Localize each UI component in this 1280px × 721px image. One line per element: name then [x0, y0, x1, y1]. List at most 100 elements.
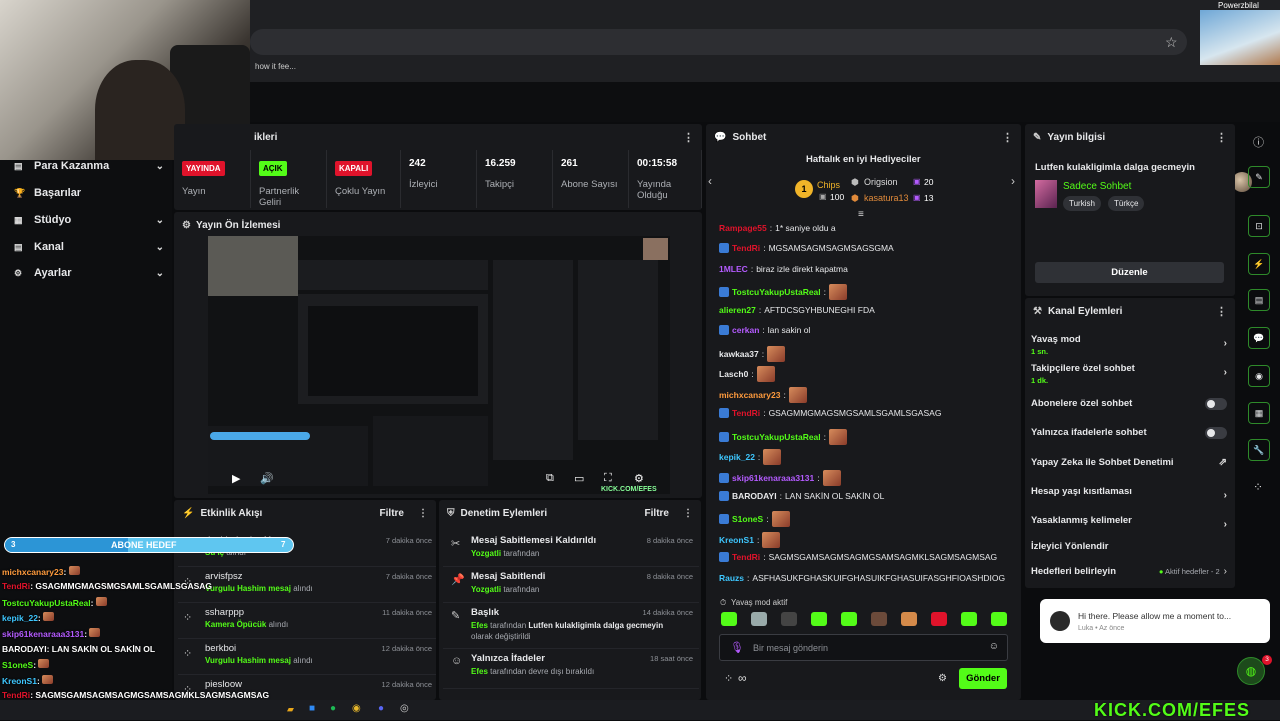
settings-gear-icon[interactable]: ⚙ — [634, 472, 644, 485]
channel-action-row[interactable]: Yasaklanmış kelimeler › — [1031, 515, 1227, 530]
channel-action-row[interactable]: Takipçilere özel sohbet 1 dk. › — [1031, 363, 1227, 385]
chat-username[interactable]: BARODAYI — [732, 491, 777, 501]
stream-preview[interactable]: ▶ 🔊 ⧉ ▭ ⛶ ⚙ KICK.COM/EFES — [208, 236, 670, 494]
rail-button[interactable]: ▤ — [1248, 289, 1270, 311]
emote-icon[interactable] — [721, 612, 737, 626]
channel-action-row[interactable]: Hesap yaşı kısıtlaması › — [1031, 486, 1227, 501]
chat-settings-icon[interactable]: ⚙ — [938, 673, 947, 684]
emote-icon[interactable] — [811, 612, 827, 626]
chat-username[interactable]: TostcuYakupUstaReal — [732, 432, 821, 442]
send-button[interactable]: Gönder — [959, 668, 1007, 689]
emote-icon[interactable] — [781, 612, 797, 626]
channel-action-row[interactable]: Hedefleri belirleyin ● Aktif hedefler - 2… — [1031, 566, 1227, 577]
list-item[interactable]: ⁘ berkboi Vurgulu Hashim mesaj alındı 12 da… — [178, 639, 436, 675]
emote-icon[interactable] — [961, 612, 977, 626]
emote-icon[interactable] — [871, 612, 887, 626]
emote-icon[interactable] — [841, 612, 857, 626]
channel-action-row[interactable]: Yalnızca ifadelerle sohbet — [1031, 427, 1227, 439]
chat-message[interactable]: TendRi: SAGMSGAMSAGMSAGMGSAMSAGMKLSAGMSAG… — [719, 552, 997, 562]
chevron-right-icon[interactable]: › — [1224, 519, 1227, 530]
play-icon[interactable]: ▶ — [232, 472, 240, 485]
channel-action-row[interactable]: Yavaş mod 1 sn. › — [1031, 334, 1227, 356]
chat-input[interactable]: 🎙 Bir mesaj gönderin ☺ — [719, 634, 1008, 661]
chat-username[interactable]: TostcuYakupUstaReal — [732, 287, 821, 297]
list-item[interactable]: ✎ Başlık Efes tarafından Lutfen kulakligim… — [443, 603, 699, 649]
chat-message[interactable]: cerkan: lan sakin ol — [719, 325, 810, 335]
chat-message[interactable]: S1oneS: — [719, 511, 790, 527]
rail-button[interactable]: 💬 — [1248, 327, 1270, 349]
category-name[interactable]: Sadece Sohbet — [1063, 181, 1131, 192]
obs-icon[interactable]: ◎ — [400, 703, 409, 714]
chat-message[interactable]: BARODAYI: LAN SAKİN OL SAKİN OL — [719, 491, 884, 501]
chevron-right-icon[interactable]: › — [1224, 338, 1227, 349]
chat-username[interactable]: TendRi — [732, 408, 760, 418]
tag-chip[interactable]: Turkish — [1063, 196, 1101, 211]
chat-username[interactable]: Rauzs — [719, 573, 744, 583]
rail-button[interactable]: ✎ — [1248, 166, 1270, 188]
chevron-down-icon[interactable]: ⌄ — [156, 242, 164, 253]
chevron-right-icon[interactable]: › — [1011, 174, 1015, 188]
chat-username[interactable]: skip61kenaraaa3131 — [732, 473, 814, 483]
edit-button[interactable]: Düzenle — [1035, 262, 1224, 283]
more-icon[interactable]: ⋮ — [1002, 131, 1013, 144]
more-icon[interactable]: ⋮ — [1216, 305, 1227, 318]
category-thumbnail[interactable] — [1035, 180, 1057, 208]
chevron-left-icon[interactable]: ‹ — [708, 174, 712, 188]
bookmark-item[interactable]: how it fee... — [255, 62, 296, 71]
bookmark-star-icon[interactable]: ☆ — [1165, 34, 1178, 51]
list-item[interactable]: ⁘ arvisfpsz Vurgulu Hashim mesaj alındı 7 d… — [178, 567, 436, 603]
chat-username[interactable]: 1MLEC — [719, 264, 748, 274]
chat-username[interactable]: kawkaa37 — [719, 349, 759, 359]
chat-message[interactable]: kawkaa37: — [719, 346, 786, 362]
sidebar-item[interactable]: ▤ Para Kazanma ⌄ — [14, 160, 164, 172]
chat-username[interactable]: TendRi — [732, 552, 760, 562]
activity-filter-button[interactable]: Filtre — [380, 508, 404, 519]
more-icon[interactable]: ⋮ — [418, 508, 428, 519]
support-chat-icon[interactable]: ◍ — [1237, 657, 1265, 685]
channel-action-row[interactable]: İzleyici Yönlendir — [1031, 541, 1227, 552]
rail-button[interactable]: ⊡ — [1248, 215, 1270, 237]
chevron-down-icon[interactable]: ⌄ — [156, 268, 164, 279]
dots-icon[interactable]: ⁘ — [1253, 480, 1263, 494]
chat-message[interactable]: KreonS1: — [719, 532, 781, 548]
rail-button[interactable]: ▦ — [1248, 402, 1270, 424]
app-icon[interactable]: ■ — [309, 703, 315, 714]
gifter-name[interactable]: Chips — [817, 180, 840, 190]
goal-status[interactable]: ● Aktif hedefler - 2 › — [1159, 566, 1227, 577]
rail-button[interactable]: ◉ — [1248, 365, 1270, 387]
chat-username[interactable]: S1oneS — [732, 514, 763, 524]
sidebar-item[interactable]: 🏆 Başarılar — [14, 187, 164, 199]
chat-message[interactable]: michxcanary23: — [719, 387, 807, 403]
fullscreen-icon[interactable]: ⛶ — [604, 472, 612, 485]
spotify-icon[interactable]: ● — [330, 703, 336, 714]
chevron-down-icon[interactable]: ⌄ — [156, 215, 164, 226]
chat-username[interactable]: alieren27 — [719, 305, 756, 315]
chat-username[interactable]: Rampage55 — [719, 223, 767, 233]
more-icon[interactable]: ⋮ — [683, 508, 693, 519]
chevron-right-icon[interactable]: › — [1224, 490, 1227, 501]
chat-username[interactable]: cerkan — [732, 325, 759, 335]
chat-message[interactable]: 1MLEC: biraz izle direkt kapatma — [719, 264, 848, 274]
channel-action-row[interactable]: Abonelere özel sohbet — [1031, 398, 1227, 410]
emote-icon[interactable] — [991, 612, 1007, 626]
chat-message[interactable]: TendRi: GSAGMMGMAGSMGSAMLSGAMLSGASAG — [719, 408, 941, 418]
chevron-right-icon[interactable]: › — [1224, 367, 1227, 378]
chat-username[interactable]: KreonS1 — [719, 535, 754, 545]
emote-icon[interactable] — [751, 612, 767, 626]
chat-message[interactable]: Rauzs: ASFHASUKFGHASKUIFGHASUIKFGHASUIFAS… — [719, 573, 1005, 583]
mic-icon[interactable]: 🎙 — [730, 641, 744, 654]
emote-icon[interactable] — [931, 612, 947, 626]
chat-username[interactable]: kepik_22 — [719, 452, 755, 462]
tag-chip[interactable]: Türkçe — [1108, 196, 1145, 211]
chat-username[interactable]: michxcanary23 — [719, 390, 780, 400]
chat-message[interactable]: TostcuYakupUstaReal: — [719, 429, 848, 445]
gifter-name[interactable]: Origsion — [864, 177, 898, 187]
discord-icon[interactable]: ● — [378, 703, 384, 714]
volume-icon[interactable]: 🔊 — [260, 472, 274, 485]
dots-icon[interactable]: ⁘ — [724, 672, 733, 685]
more-icon[interactable]: ⋮ — [683, 131, 694, 144]
collapse-icon[interactable]: ≡ — [858, 209, 864, 220]
chat-message[interactable]: kepik_22: — [719, 449, 782, 465]
emoji-icon[interactable]: ☺ — [989, 641, 999, 652]
chat-username[interactable]: Lasch0 — [719, 369, 748, 379]
